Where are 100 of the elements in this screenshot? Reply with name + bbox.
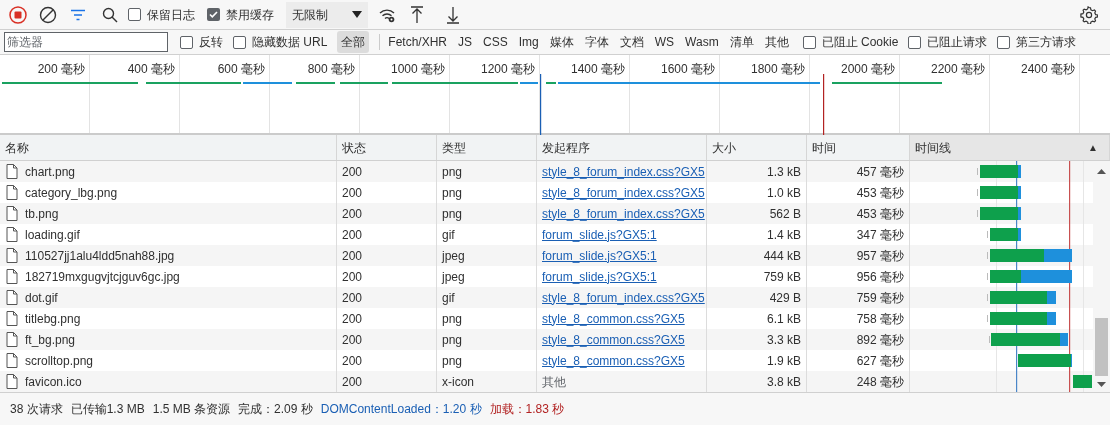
checkbox[interactable] [180, 35, 193, 49]
status-code: 200 [342, 373, 363, 391]
waterfall-bar [977, 207, 1021, 220]
record-button[interactable] [8, 4, 28, 25]
column-header[interactable]: 状态 [337, 135, 437, 160]
checkbox-label[interactable]: 已阻止请求 [927, 33, 988, 51]
file-icon [6, 332, 18, 347]
checkbox[interactable] [207, 8, 220, 21]
file-name[interactable]: 182719mxgugvjtcjguv6gc.jpg [25, 267, 180, 286]
size-value: 429 B [769, 289, 801, 307]
clear-icon[interactable] [39, 5, 57, 24]
file-name[interactable]: ft_bg.png [25, 330, 76, 349]
size-value: 3.3 kB [766, 331, 801, 349]
type-filter-button[interactable]: 全部 [337, 31, 370, 53]
initiator-link[interactable]: style_8_forum_index.css?GX5 [542, 162, 705, 181]
type-filter-button[interactable]: 其他 [760, 31, 793, 53]
time-value: 453 毫秒 [856, 205, 904, 223]
time-value: 627 毫秒 [856, 352, 904, 370]
file-name[interactable]: loading.gif [25, 225, 80, 244]
checkbox-label[interactable]: 保留日志 [147, 5, 195, 24]
download-icon[interactable] [446, 5, 460, 24]
time-value: 759 毫秒 [856, 289, 904, 307]
file-name[interactable]: category_lbg.png [25, 183, 118, 202]
type-filter-button[interactable]: 文档 [615, 31, 648, 53]
size-value: 759 kB [763, 268, 801, 286]
initiator-link[interactable]: forum_slide.js?GX5:1 [542, 246, 657, 265]
file-name[interactable]: tb.png [25, 204, 59, 223]
filter-input[interactable]: 筛选器 [4, 32, 168, 52]
column-header[interactable]: 类型 [437, 135, 537, 160]
scroll-down-icon[interactable] [1097, 382, 1106, 387]
file-icon [6, 248, 18, 263]
filter-icon[interactable] [70, 8, 86, 21]
column-header[interactable]: 发起程序 [537, 135, 707, 160]
type-filter-button[interactable]: Img [514, 31, 543, 53]
scrollbar-thumb[interactable] [1095, 318, 1108, 376]
type-filter-button[interactable]: Fetch/XHR [384, 31, 452, 53]
checkbox-label[interactable]: 隐藏数据 URL [252, 33, 328, 51]
file-name[interactable]: titlebg.png [25, 309, 81, 328]
type-filter-button[interactable]: 清单 [725, 31, 758, 53]
status-text: 完成：2.09 秒 [238, 401, 313, 418]
size-value: 1.9 kB [766, 352, 801, 370]
resource-type: x-icon [442, 373, 474, 391]
status-code: 200 [342, 268, 363, 286]
type-filter-button[interactable]: Wasm [681, 31, 723, 53]
type-filter-button[interactable]: CSS [479, 31, 512, 53]
size-value: 562 B [769, 205, 801, 223]
throttle-dropdown[interactable]: 无限制 [286, 1, 368, 28]
scrollbar[interactable] [1093, 161, 1110, 392]
status-code: 200 [342, 205, 363, 223]
initiator-text: 其他 [542, 373, 566, 391]
checkbox-label[interactable]: 已阻止 Cookie [821, 33, 899, 51]
file-icon [6, 353, 18, 368]
time-value: 957 毫秒 [856, 247, 904, 265]
settings-icon[interactable] [1080, 5, 1098, 24]
tick-label: 1400 毫秒 [570, 62, 625, 76]
resource-type: png [442, 205, 463, 223]
tick-label: 200 毫秒 [37, 62, 85, 76]
column-header[interactable]: 名称 [0, 135, 337, 160]
checkbox[interactable] [233, 35, 246, 49]
file-icon [6, 374, 18, 389]
resource-type: png [442, 184, 463, 202]
initiator-link[interactable]: style_8_common.css?GX5 [542, 330, 685, 349]
waterfall-bar [987, 228, 1021, 241]
column-header[interactable]: 大小 [707, 135, 807, 160]
file-name[interactable]: 110527jj1alu4ldd5nah88.jpg [25, 246, 175, 265]
waterfall-bar [987, 291, 1056, 304]
checkbox[interactable] [128, 8, 141, 21]
type-filter-button[interactable]: JS [454, 31, 477, 53]
checkbox-label[interactable]: 第三方请求 [1016, 33, 1077, 51]
column-header[interactable]: 时间线 ▲ [910, 135, 1110, 160]
file-icon [6, 164, 18, 179]
checkbox[interactable] [908, 35, 922, 49]
initiator-link[interactable]: style_8_forum_index.css?GX5 [542, 183, 705, 202]
initiator-link[interactable]: forum_slide.js?GX5:1 [542, 225, 657, 244]
resource-type: png [442, 352, 463, 370]
scroll-up-icon[interactable] [1097, 169, 1106, 174]
waterfall-bar [1073, 375, 1092, 388]
type-filter-button[interactable]: WS [650, 31, 679, 53]
upload-icon[interactable] [410, 5, 424, 24]
checkbox[interactable] [802, 35, 816, 49]
initiator-link[interactable]: style_8_forum_index.css?GX5 [542, 204, 705, 223]
search-icon[interactable] [102, 6, 118, 23]
type-filter-button[interactable]: 字体 [580, 31, 613, 53]
initiator-link[interactable]: style_8_common.css?GX5 [542, 309, 685, 328]
file-name[interactable]: chart.png [25, 162, 76, 181]
file-icon [6, 227, 18, 242]
checkbox-label[interactable]: 反转 [199, 33, 223, 51]
time-value: 248 毫秒 [856, 373, 904, 391]
initiator-link[interactable]: style_8_forum_index.css?GX5 [542, 288, 705, 307]
tick-label: 1800 毫秒 [750, 62, 805, 76]
initiator-link[interactable]: forum_slide.js?GX5:1 [542, 267, 657, 286]
tick-label: 800 毫秒 [307, 62, 355, 76]
file-name[interactable]: dot.gif [25, 288, 58, 307]
checkbox[interactable] [997, 35, 1011, 49]
initiator-link[interactable]: style_8_common.css?GX5 [542, 351, 685, 370]
file-name[interactable]: scrolltop.png [25, 351, 94, 370]
file-name[interactable]: favicon.ico [25, 372, 82, 391]
file-icon [6, 290, 18, 305]
type-filter-button[interactable]: 媒体 [545, 31, 578, 53]
checkbox-label[interactable]: 禁用缓存 [226, 5, 274, 24]
